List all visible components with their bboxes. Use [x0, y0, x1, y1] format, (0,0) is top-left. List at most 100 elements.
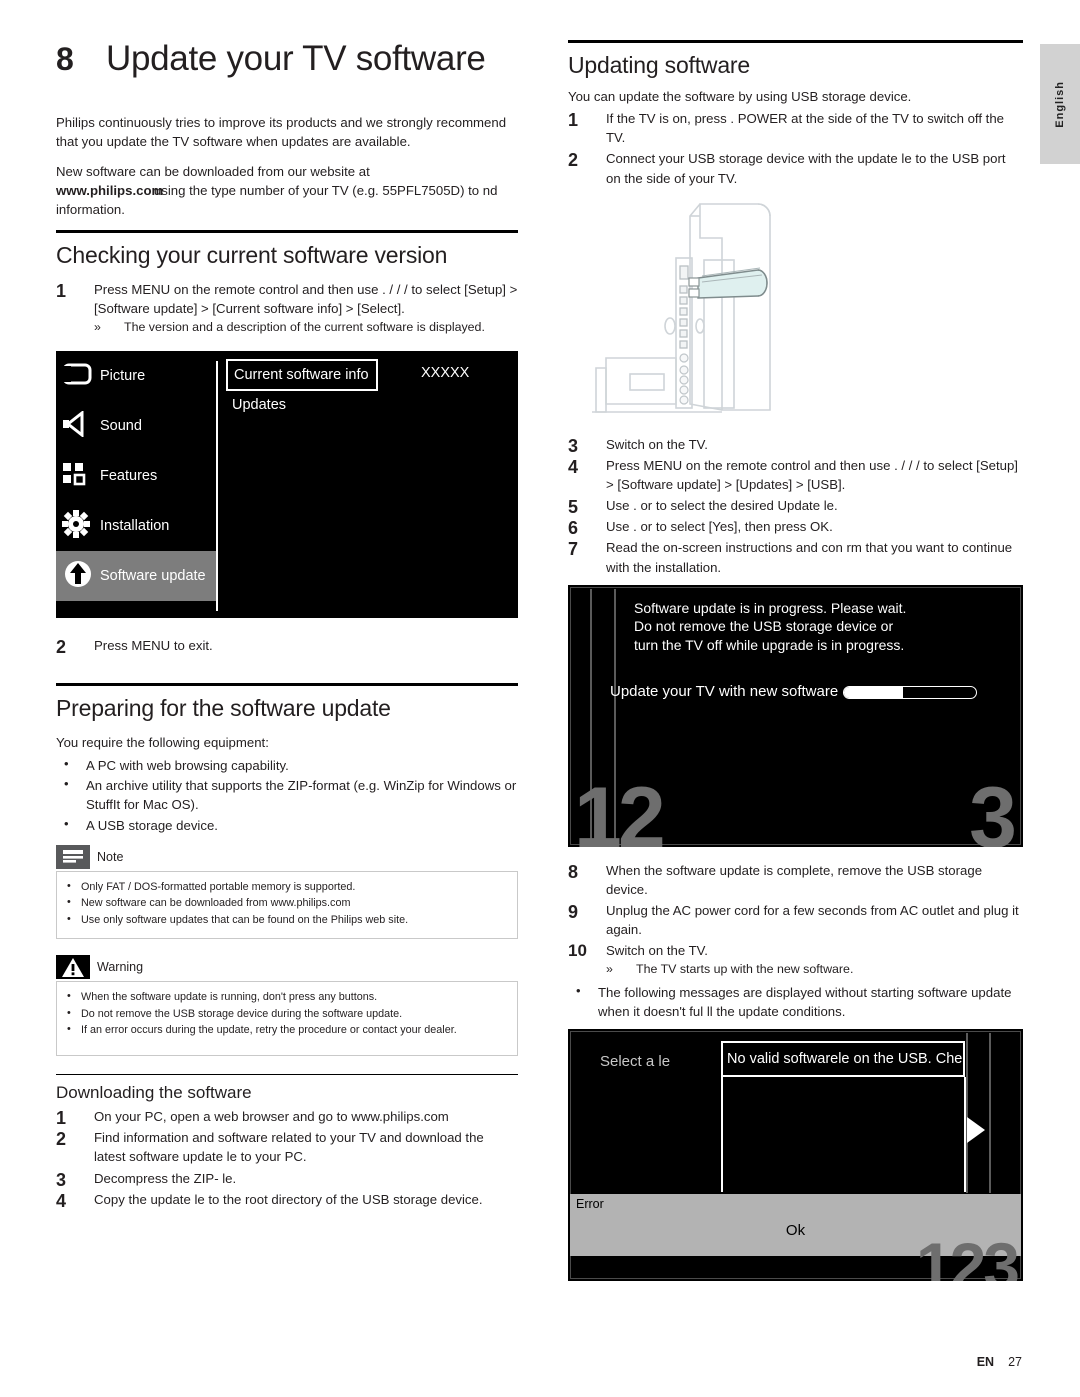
osd-item-software-update: Software update [56, 550, 216, 601]
step-text: Decompress the ZIP- le. [94, 1170, 237, 1186]
tv-usb-illustration [592, 202, 771, 413]
warning-callout-header: Warning [56, 954, 518, 979]
step-number: 9 [568, 901, 579, 922]
right-column: Updating software You can update the sof… [568, 40, 1023, 1282]
osd-error-screenshot: Select a le No valid softwarele on the U… [568, 1029, 1023, 1282]
features-icon [62, 461, 92, 491]
step-number: 10 [568, 941, 587, 961]
osd-item-sound: Sound [56, 401, 216, 451]
osd-error-separator-1 [966, 1033, 968, 1194]
list-item: An archive utility that supports the ZIP… [56, 775, 518, 814]
step-number: 4 [56, 1190, 67, 1211]
footer-locale: EN [976, 1355, 995, 1369]
note-title: Note [97, 849, 124, 864]
step-text: Press MENU on the remote control and the… [606, 457, 1018, 492]
step-item: 4 Press MENU on the remote control and t… [568, 456, 1023, 494]
step-number: 1 [568, 110, 579, 131]
page-title: 8 Update your TV software [56, 39, 518, 79]
osd-item-features: Features [56, 451, 216, 501]
language-tab-label: English [1054, 80, 1066, 128]
step-result: » The version and a description of the c… [94, 319, 518, 336]
manual-page: English 8 Update your TV software Philips… [0, 0, 1080, 1397]
step-text: Use . or to select [Yes], then press OK. [606, 519, 833, 535]
osd-item-label: Picture [100, 367, 146, 384]
osd-error-separator-2 [989, 1033, 991, 1194]
step-text: Unplug the AC power cord for a few secon… [606, 902, 1019, 938]
updating-steps-2: 3 Switch on the TV. 4 Press MENU on the … [568, 435, 1023, 577]
step-result-text: The TV starts up with the new software. [636, 962, 854, 977]
list-item: A PC with web browsing capability. [56, 755, 518, 775]
picture-icon [62, 362, 92, 390]
step-text: Copy the update le to the root directory… [94, 1191, 483, 1207]
osd-item-label: Installation [100, 517, 170, 534]
heading-preparing-update: Preparing for the software update [56, 682, 518, 722]
osd-error-dialog-title: Error [576, 1197, 604, 1212]
warning-item: If an error occurs during the update, re… [65, 1021, 507, 1039]
osd-selected-value: XXXXX [421, 364, 470, 381]
checking-steps: 1 Press MENU on the remote control and t… [56, 280, 518, 337]
preparing-lead: You require the following equipment: [56, 734, 269, 750]
warning-item: When the software update is running, don… [65, 988, 507, 1006]
progress-bar [843, 685, 977, 699]
step-item: 4 Copy the update le to the root directo… [56, 1190, 518, 1211]
step-item: 1 On your PC, open a web browser and go … [56, 1107, 518, 1128]
step-text: Use . or to select the desired Update le… [606, 498, 838, 514]
step-number: 4 [568, 456, 579, 477]
page-footer: EN 27 [977, 1355, 1022, 1369]
note-item: Only FAT / DOS-formatted portable memory… [65, 878, 507, 896]
step-item: 7 Read the on-screen instructions and co… [568, 538, 1023, 576]
step-number: 2 [56, 636, 67, 657]
result-arrow-icon: » [94, 320, 101, 335]
osd-error-big-number: 123 [915, 1229, 1020, 1282]
note-callout-header: Note [56, 844, 518, 869]
step-item: 3 Switch on the TV. [568, 435, 1023, 456]
heading-updating-software: Updating software [568, 40, 1023, 79]
osd-error-left-label: Select a le [600, 1053, 671, 1071]
heading-downloading-software: Downloading the software [56, 1074, 518, 1103]
warning-title: Warning [97, 959, 144, 974]
step-item: 2 Press MENU to exit. [56, 636, 518, 657]
step-item: 9 Unplug the AC power cord for a few sec… [568, 901, 1023, 939]
step-result: » The TV starts up with the new software… [606, 961, 1023, 978]
note-icon [56, 844, 90, 869]
checking-steps-2: 2 Press MENU to exit. [56, 636, 518, 657]
step-number: 2 [56, 1129, 67, 1150]
updating-lead: You can update the software by using USB… [568, 89, 912, 104]
footer-page-number: 27 [1008, 1355, 1022, 1369]
chapter-number: 8 [56, 41, 74, 77]
step-item: 1 If the TV is on, press . POWER at the … [568, 109, 1023, 147]
step-text: Switch on the TV. [606, 943, 708, 959]
step-text: If the TV is on, press . POWER at the si… [606, 111, 1005, 146]
osd-progress-big-right: 3 [969, 769, 1017, 847]
osd-item-label: Features [100, 467, 158, 484]
osd-item-label: Sound [100, 417, 142, 434]
osd-error-message: No valid softwarele on the USB. Chec [721, 1041, 965, 1078]
step-text: Connect your USB storage device with the… [606, 151, 1006, 186]
osd-menu-panel: Current software info XXXXX Updates [216, 351, 518, 618]
osd-progress-message: Software update is in progress. Please w… [634, 599, 1011, 654]
list-item: The following messages are displayed wit… [568, 982, 1023, 1021]
intro-paragraph-1: Philips continuously tries to improve it… [56, 114, 507, 149]
result-arrow-icon: » [606, 962, 613, 977]
language-tab: English [1040, 44, 1080, 164]
updating-final-bullet: The following messages are displayed wit… [568, 982, 1023, 1021]
osd-item-label: Software update [100, 567, 206, 584]
step-text: Read the on-screen instructions and con … [606, 540, 1013, 575]
osd-item-installation: Installation [56, 501, 216, 551]
step-item: 10 Switch on the TV. » The TV starts up … [568, 941, 1023, 979]
step-text: Find information and software related to… [94, 1130, 484, 1165]
step-number: 8 [568, 861, 579, 882]
updating-steps-1: 1 If the TV is on, press . POWER at the … [568, 109, 1023, 188]
step-text: Press MENU to exit. [94, 637, 213, 653]
osd-error-vline-left [721, 1077, 723, 1193]
step-result-text: The version and a description of the cur… [124, 320, 485, 335]
gear-icon [62, 509, 92, 542]
note-item: Use only software updates that can be fo… [65, 911, 507, 929]
step-item: 1 Press MENU on the remote control and t… [56, 280, 518, 337]
note-callout-body: Only FAT / DOS-formatted portable memory… [56, 870, 518, 939]
step-item: 6 Use . or to select [Yes], then press O… [568, 517, 1023, 538]
intro-paragraph-2: New software can be downloaded from our … [56, 162, 518, 219]
step-text: Switch on the TV. [606, 436, 708, 452]
osd-progress-screenshot: Software update is in progress. Please w… [568, 584, 1023, 847]
progress-bar-fill [844, 686, 904, 698]
